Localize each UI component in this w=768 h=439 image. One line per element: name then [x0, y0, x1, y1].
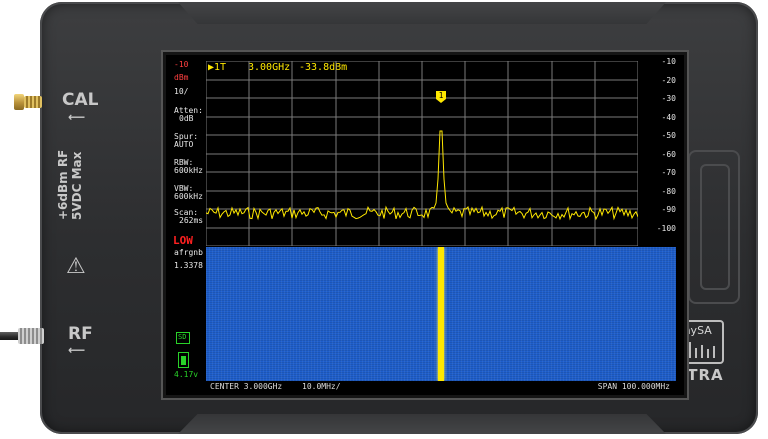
ref-level: -10: [174, 60, 189, 69]
y-axis-tick: -20: [661, 75, 676, 85]
frequency-bar: CENTER 3.000GHz 10.0MHz/ SPAN 100.000MHz: [206, 382, 676, 392]
y-axis-tick: -60: [661, 149, 676, 159]
remote-label: afrgnb: [174, 248, 203, 257]
per-division: 10.0MHz/: [302, 382, 341, 391]
input-warning-label: +6dBm RF 5VDC Max: [56, 149, 84, 220]
y-axis-tick: -80: [661, 186, 676, 196]
rf-port-label: RF: [68, 324, 93, 344]
battery-voltage: 4.17v: [174, 370, 199, 379]
battery-icon: [178, 352, 189, 368]
y-axis-tick: -50: [661, 131, 676, 140]
span-frequency: SPAN 100.000MHz: [597, 382, 670, 391]
y-axis-tick: -10: [661, 57, 676, 66]
remote-value: 1.3378: [174, 261, 203, 270]
unit-label: dBm: [174, 73, 189, 82]
y-axis-tick: -40: [661, 112, 676, 122]
arrow-left-icon: ⟵: [68, 343, 86, 357]
center-frequency: CENTER 3.000GHz: [210, 382, 283, 391]
spectrum-plot[interactable]: 1: [206, 61, 638, 246]
rbw-value: 600kHz: [174, 166, 203, 175]
tinysa-device: CAL ⟵ +6dBm RF 5VDC Max ⚠ RF ⟵ tinySA ULT…: [40, 2, 758, 434]
device-grip-inner: [700, 164, 730, 290]
spur-value: AUTO: [174, 140, 194, 149]
sd-card-label: SD: [178, 333, 187, 341]
atten-value: 0dB: [179, 114, 194, 123]
vbw-value: 600kHz: [174, 192, 203, 201]
rf-connector[interactable]: [0, 328, 46, 344]
y-axis-tick: -70: [661, 168, 676, 177]
cal-connector[interactable]: [14, 94, 44, 110]
mode-low: LOW: [173, 234, 193, 247]
warning-icon: ⚠: [66, 254, 86, 279]
y-axis-tick: -30: [661, 94, 676, 103]
y-axis-tick: -90: [661, 205, 676, 214]
marker-1[interactable]: 1: [436, 91, 446, 103]
sd-card-icon: SD: [176, 332, 190, 344]
device-bottom-edge: [178, 414, 666, 434]
arrow-left-icon: ⟵: [68, 110, 86, 124]
y-axis-labels: -10 -20 -30 -40 -50 -60 -70 -80 -90 -100: [640, 57, 680, 246]
device-top-edge: [178, 2, 666, 24]
cal-port-label: CAL: [62, 90, 99, 110]
scale-label: 10/: [174, 87, 189, 96]
scan-value: 262ms: [179, 216, 204, 225]
waterfall-signal-line: [438, 247, 444, 381]
marker-1-label: 1: [439, 91, 444, 100]
waterfall-display[interactable]: [206, 247, 676, 381]
lcd-screen[interactable]: ▶1T 3.00GHz -33.8dBm -10 dBm 10/ Atten: …: [163, 52, 687, 398]
y-axis-tick: -100: [656, 223, 676, 233]
